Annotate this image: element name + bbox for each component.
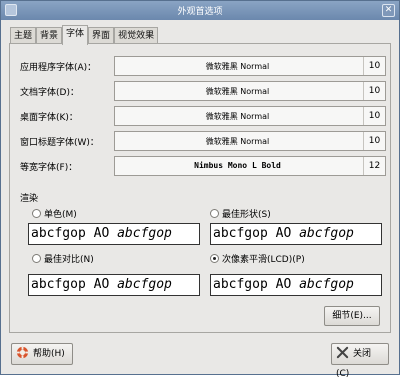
help-button[interactable]: 帮助(H): [11, 343, 73, 365]
rendering-section-title: 渲染: [20, 194, 39, 204]
radio-best-shapes-indicator[interactable]: [210, 209, 219, 218]
window-title: 外观首选项: [177, 7, 223, 17]
document-font-size: 10: [363, 82, 385, 100]
desktop-font-label: 桌面字体(K)：: [20, 113, 78, 123]
document-font-name: 微软雅黑 Normal: [205, 87, 270, 96]
radio-best-shapes-label: 最佳形状(S): [222, 210, 271, 220]
tab-bar: 主题 背景 字体 界面 视觉效果: [10, 25, 159, 45]
preview-monochrome[interactable]: abcfgop AO abcfgop: [28, 223, 200, 245]
radio-subpixel-indicator[interactable]: [210, 254, 219, 263]
preview-best-contrast-italic: abcfgop: [117, 277, 172, 292]
close-x-icon: [336, 346, 349, 359]
application-font-label: 应用程序字体(A)：: [20, 63, 97, 73]
font-row-document: 文档字体(D)： 微软雅黑 Normal 10: [20, 81, 386, 101]
monospace-font-size: 12: [363, 157, 385, 175]
radio-subpixel[interactable]: 次像素平滑(LCD)(P): [210, 252, 305, 266]
application-font-name: 微软雅黑 Normal: [205, 62, 270, 71]
document-font-label: 文档字体(D)：: [20, 88, 79, 98]
radio-subpixel-label: 次像素平滑(LCD)(P): [222, 255, 305, 265]
preview-best-shapes[interactable]: abcfgop AO abcfgop: [210, 223, 382, 245]
radio-monochrome-label: 单色(M): [44, 210, 77, 220]
preview-best-contrast[interactable]: abcfgop AO abcfgop: [28, 274, 200, 296]
document-font-button[interactable]: 微软雅黑 Normal 10: [114, 81, 386, 101]
details-button[interactable]: 细节(E)...: [324, 306, 380, 326]
window-close-icon[interactable]: ✕: [382, 4, 395, 17]
radio-best-contrast[interactable]: 最佳对比(N): [32, 252, 94, 266]
appearance-preferences-window: 外观首选项 ✕ 主题 背景 字体 界面 视觉效果 应用程序字体(A)： 微软雅黑…: [0, 0, 400, 379]
preview-best-shapes-italic: abcfgop: [299, 226, 354, 241]
font-row-desktop: 桌面字体(K)： 微软雅黑 Normal 10: [20, 106, 386, 126]
monospace-font-name: Nimbus Mono L Bold: [194, 161, 281, 170]
window-title-font-name: 微软雅黑 Normal: [205, 137, 270, 146]
fonts-panel: 应用程序字体(A)： 微软雅黑 Normal 10 文档字体(D)： 微软雅黑 …: [9, 43, 391, 333]
close-button[interactable]: 关闭(C): [331, 343, 389, 379]
window-title-font-label: 窗口标题字体(W)：: [20, 138, 99, 148]
window-title-font-button[interactable]: 微软雅黑 Normal 10: [114, 131, 386, 151]
desktop-font-name: 微软雅黑 Normal: [205, 112, 270, 121]
window-title-font-size: 10: [363, 132, 385, 150]
preview-subpixel-regular: abcfgop AO: [213, 277, 300, 292]
preview-monochrome-italic: abcfgop: [117, 226, 172, 241]
lifebuoy-icon: [16, 346, 29, 359]
desktop-font-size: 10: [363, 107, 385, 125]
monospace-font-label: 等宽字体(F)：: [20, 163, 78, 173]
radio-best-contrast-indicator[interactable]: [32, 254, 41, 263]
monospace-font-button[interactable]: Nimbus Mono L Bold 12: [114, 156, 386, 176]
preview-monochrome-regular: abcfgop AO: [31, 226, 118, 241]
preview-best-shapes-regular: abcfgop AO: [213, 226, 300, 241]
font-row-monospace: 等宽字体(F)： Nimbus Mono L Bold 12: [20, 156, 386, 176]
title-bar[interactable]: 外观首选项 ✕: [1, 1, 399, 20]
preview-best-contrast-regular: abcfgop AO: [31, 277, 118, 292]
radio-monochrome-indicator[interactable]: [32, 209, 41, 218]
font-row-application: 应用程序字体(A)： 微软雅黑 Normal 10: [20, 56, 386, 76]
radio-best-contrast-label: 最佳对比(N): [44, 255, 94, 265]
help-button-label: 帮助(H): [33, 349, 65, 359]
radio-monochrome[interactable]: 单色(M): [32, 207, 77, 221]
tab-fonts[interactable]: 字体: [62, 25, 89, 45]
preview-subpixel-italic: abcfgop: [299, 277, 354, 292]
font-row-window-title: 窗口标题字体(W)： 微软雅黑 Normal 10: [20, 131, 386, 151]
application-font-size: 10: [363, 57, 385, 75]
radio-best-shapes[interactable]: 最佳形状(S): [210, 207, 271, 221]
desktop-font-button[interactable]: 微软雅黑 Normal 10: [114, 106, 386, 126]
application-font-button[interactable]: 微软雅黑 Normal 10: [114, 56, 386, 76]
preview-subpixel[interactable]: abcfgop AO abcfgop: [210, 274, 382, 296]
